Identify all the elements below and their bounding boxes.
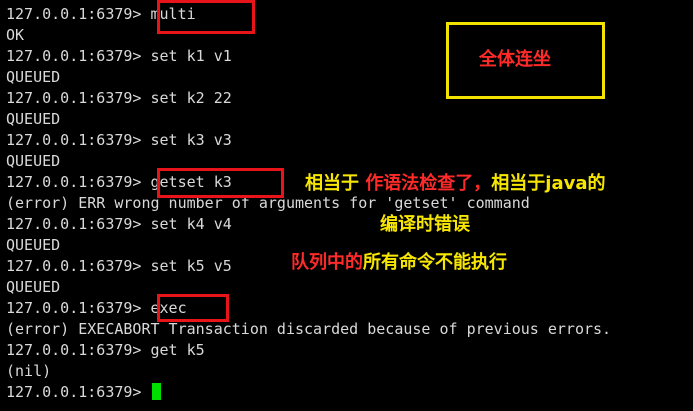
terminal-prompt-line[interactable]: 127.0.0.1:6379> <box>6 382 161 403</box>
terminal-line: 127.0.0.1:6379> set k4 v4 <box>6 215 232 233</box>
terminal-line: 127.0.0.1:6379> set k5 v5 <box>6 257 232 275</box>
highlight-box-getset <box>157 168 284 198</box>
annotation-part: 作语法检查了， <box>365 173 492 194</box>
annotation-part: 相当于java的 <box>491 173 606 194</box>
annotation-part: 相当于 <box>305 173 366 194</box>
terminal-line: 127.0.0.1:6379> set k2 22 <box>6 89 232 107</box>
terminal-line: 127.0.0.1:6379> set k3 v3 <box>6 131 232 149</box>
terminal-window[interactable]: 127.0.0.1:6379> multi OK 127.0.0.1:6379>… <box>0 0 693 411</box>
annotation-part: 队列中的 <box>291 252 363 273</box>
annotation-syntax-check: 相当于 作语法检查了，相当于java的 <box>305 173 605 195</box>
highlight-box-exec <box>157 294 229 322</box>
annotation-compile-error: 编译时错误 <box>380 214 470 235</box>
annotation-title: 全体连坐 <box>479 49 551 70</box>
terminal-line: 127.0.0.1:6379> get k5 <box>6 341 205 359</box>
terminal-cursor <box>151 383 161 400</box>
terminal-line: QUEUED <box>6 68 61 86</box>
highlight-box-multi <box>157 0 255 34</box>
terminal-line: (nil) <box>6 362 52 380</box>
terminal-line: QUEUED <box>6 278 61 296</box>
terminal-line: QUEUED <box>6 110 61 128</box>
terminal-prompt: 127.0.0.1:6379> <box>6 383 151 401</box>
terminal-line: OK <box>6 26 25 44</box>
terminal-line: QUEUED <box>6 152 61 170</box>
terminal-line: (error) EXECABORT Transaction discarded … <box>6 320 612 338</box>
annotation-part: 所有命令不能执行 <box>363 252 507 273</box>
terminal-line: 127.0.0.1:6379> set k1 v1 <box>6 47 232 65</box>
terminal-line: QUEUED <box>6 236 61 254</box>
annotation-queue-not-executed: 队列中的所有命令不能执行 <box>291 252 507 274</box>
